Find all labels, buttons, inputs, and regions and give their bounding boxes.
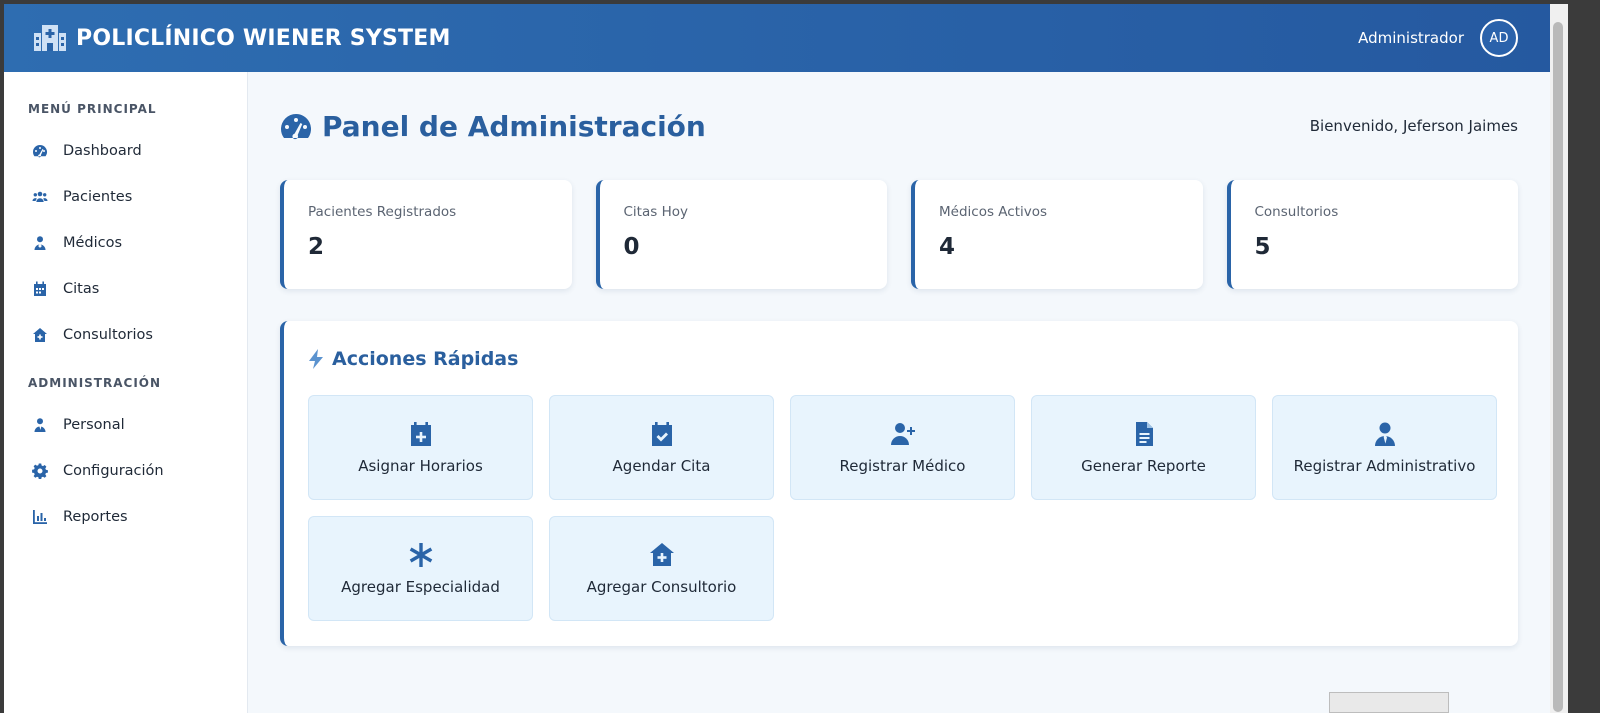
- sidebar-item-citas[interactable]: Citas: [4, 266, 247, 312]
- stat-card-citas: Citas Hoy 0: [595, 180, 887, 289]
- tile-label: Registrar Médico: [839, 456, 966, 475]
- sidebar-main-list: Dashboard Pacientes Médicos Citas Consul…: [4, 128, 247, 358]
- sidebar: MENÚ PRINCIPAL Dashboard Pacientes Médic…: [4, 72, 248, 713]
- brand[interactable]: POLICLÍNICO WIENER SYSTEM: [34, 25, 451, 51]
- vertical-scrollbar-thumb[interactable]: [1553, 22, 1563, 712]
- calendar-check-icon: [651, 421, 672, 446]
- top-bar: POLICLÍNICO WIENER SYSTEM Administrador …: [4, 4, 1550, 72]
- sidebar-item-personal[interactable]: Personal: [4, 402, 247, 448]
- gear-icon: [31, 462, 49, 480]
- gauge-icon: [281, 114, 311, 140]
- stat-label: Médicos Activos: [939, 204, 1048, 220]
- registrar-administrativo-button[interactable]: Registrar Administrativo: [1272, 395, 1497, 500]
- stat-label: Pacientes Registrados: [308, 204, 457, 220]
- sidebar-item-configuracion[interactable]: Configuración: [4, 448, 247, 494]
- calendar-icon: [31, 280, 49, 298]
- sidebar-item-medicos[interactable]: Médicos: [4, 220, 247, 266]
- registrar-medico-button[interactable]: Registrar Médico: [790, 395, 1015, 500]
- stat-card-consultorios: Consultorios 5: [1226, 180, 1518, 289]
- clinic-icon: [31, 326, 49, 344]
- calendar-plus-icon: [410, 421, 431, 446]
- generar-reporte-button[interactable]: Generar Reporte: [1031, 395, 1256, 500]
- sidebar-item-label: Pacientes: [63, 189, 133, 205]
- page-title: Panel de Administración: [280, 110, 706, 143]
- asignar-horarios-button[interactable]: Asignar Horarios: [308, 395, 533, 500]
- user-plus-icon: [890, 422, 915, 445]
- sidebar-admin-list: Personal Configuración Reportes: [4, 402, 247, 540]
- stat-card-pacientes: Pacientes Registrados 2: [280, 180, 572, 289]
- users-icon: [31, 188, 49, 206]
- sidebar-heading-main: MENÚ PRINCIPAL: [28, 102, 157, 116]
- sidebar-item-label: Citas: [63, 281, 100, 297]
- sidebar-item-pacientes[interactable]: Pacientes: [4, 174, 247, 220]
- sidebar-item-reportes[interactable]: Reportes: [4, 494, 247, 540]
- desktop-edge: [1568, 0, 1600, 713]
- sidebar-item-label: Personal: [63, 417, 125, 433]
- sidebar-item-dashboard[interactable]: Dashboard: [4, 128, 247, 174]
- stat-value: 0: [623, 234, 640, 260]
- stat-label: Consultorios: [1254, 204, 1339, 220]
- tile-label: Agregar Consultorio: [586, 577, 737, 596]
- sidebar-item-label: Dashboard: [63, 143, 142, 159]
- sidebar-item-label: Reportes: [63, 509, 128, 525]
- agregar-consultorio-button[interactable]: Agregar Consultorio: [549, 516, 774, 621]
- sidebar-heading-admin: ADMINISTRACIÓN: [28, 376, 162, 390]
- quick-actions-grid: Asignar Horarios Agendar Cita Registrar …: [308, 395, 1497, 621]
- stat-label: Citas Hoy: [623, 204, 688, 220]
- agregar-especialidad-button[interactable]: Agregar Especialidad: [308, 516, 533, 621]
- agendar-cita-button[interactable]: Agendar Cita: [549, 395, 774, 500]
- sidebar-item-label: Consultorios: [63, 327, 153, 343]
- file-icon: [1135, 421, 1153, 446]
- sidebar-item-consultorios[interactable]: Consultorios: [4, 312, 247, 358]
- sidebar-item-label: Configuración: [63, 463, 164, 479]
- stat-value: 2: [308, 234, 325, 260]
- quick-actions-panel: Acciones Rápidas Asignar Horarios Agenda…: [280, 321, 1518, 646]
- quick-actions-title: Acciones Rápidas: [308, 345, 1494, 373]
- quick-actions-title-text: Acciones Rápidas: [332, 348, 519, 370]
- page-title-text: Panel de Administración: [322, 109, 706, 143]
- tile-label: Generar Reporte: [1081, 456, 1206, 475]
- floating-button-stub[interactable]: [1329, 692, 1449, 713]
- stat-card-medicos: Médicos Activos 4: [911, 180, 1203, 289]
- app-title: POLICLÍNICO WIENER SYSTEM: [76, 25, 451, 51]
- tile-label: Asignar Horarios: [358, 456, 483, 475]
- page-header: Panel de Administración Bienvenido, Jefe…: [280, 72, 1518, 180]
- user-role: Administrador: [1358, 29, 1464, 47]
- avatar[interactable]: AD: [1480, 19, 1518, 57]
- user-tie-icon: [31, 416, 49, 434]
- stats-row: Pacientes Registrados 2 Citas Hoy 0 Médi…: [280, 180, 1518, 289]
- app-window: POLICLÍNICO WIENER SYSTEM Administrador …: [4, 4, 1550, 713]
- doctor-icon: [31, 234, 49, 252]
- gauge-icon: [31, 142, 49, 160]
- chart-icon: [31, 508, 49, 526]
- user-tie-icon: [1374, 422, 1395, 446]
- sidebar-item-label: Médicos: [63, 235, 123, 251]
- stat-value: 5: [1254, 234, 1271, 260]
- tile-label: Agregar Especialidad: [341, 577, 500, 596]
- asterisk-icon: [409, 542, 432, 567]
- tile-label: Registrar Administrativo: [1293, 456, 1476, 475]
- main-content: Panel de Administración Bienvenido, Jefe…: [249, 72, 1550, 713]
- clinic-plus-icon: [649, 542, 674, 566]
- stat-value: 4: [939, 234, 956, 260]
- tile-label: Agendar Cita: [612, 456, 711, 475]
- bolt-icon: [309, 349, 323, 369]
- welcome-text: Bienvenido, Jeferson Jaimes: [1309, 117, 1518, 135]
- hospital-icon: [34, 25, 66, 51]
- user-menu[interactable]: Administrador AD: [1358, 19, 1518, 57]
